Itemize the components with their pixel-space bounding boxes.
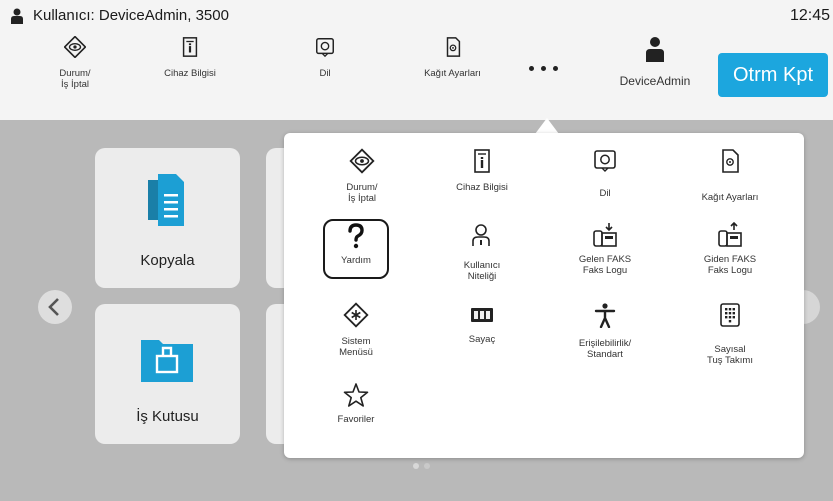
menu-item-numeric-keypad[interactable]: Sayısal Tuş Takımı [675,302,785,366]
toolbar-user[interactable]: DeviceAdmin [610,36,700,106]
keypad-icon [720,303,740,327]
menu-item-paper-settings[interactable]: Kağıt Ayarları [675,148,785,203]
menu-item-label: Giden FAKS [703,254,757,265]
menu-item-label: Erişilebilirlik/ [578,338,632,349]
menu-item-user-property[interactable]: Kullanıcı Niteliği [427,222,537,282]
user-property-icon [472,224,490,246]
menu-item-label: Kağıt Ayarları [701,192,759,203]
status-bar: Kullanıcı: DeviceAdmin, 3500 12:45 [0,0,833,32]
system-menu-icon [343,302,369,328]
menu-item-status-job-cancel[interactable]: Durum/ İş İptal [307,148,417,204]
menu-item-label: Yardım [341,255,371,266]
toolbar-paper-settings-label: Kağıt Ayarları [424,68,481,79]
more-menu-button[interactable] [526,62,562,76]
tile-copy[interactable]: Kopyala [95,148,240,288]
menu-item-label: Dil [599,188,611,199]
menu-item-help[interactable]: Yardım [301,222,411,266]
toolbar-paper-settings[interactable]: Kağıt Ayarları [405,36,500,106]
logged-in-user-text: Kullanıcı: DeviceAdmin, 3500 [33,7,229,24]
page-indicator-dot [424,463,430,469]
accessibility-icon [594,303,616,328]
menu-item-label: Sistem [341,336,371,347]
copy-icon [148,174,184,226]
favorites-star-icon [343,383,369,407]
toolbar-status-label-2: İş İptal [61,79,89,90]
tile-job-box[interactable]: İş Kutusu [95,304,240,444]
menu-item-label: Menüsü [339,347,373,358]
clock: 12:45 [790,7,831,24]
menu-item-system-menu[interactable]: Sistem Menüsü [301,302,411,358]
menu-item-label: Cihaz Bilgisi [456,182,508,193]
toolbar-language-label: Dil [319,68,331,79]
toolbar-user-label: DeviceAdmin [619,74,691,88]
toolbar-device-info-label: Cihaz Bilgisi [164,68,216,79]
menu-item-label: Niteliği [467,271,497,282]
incoming-fax-icon [593,223,617,247]
paper-settings-icon [446,37,460,57]
menu-item-label: Faks Logu [707,265,753,276]
more-dot [553,66,558,71]
menu-item-label: Kullanıcı [463,260,501,271]
outgoing-fax-icon [718,222,742,247]
status-eye-icon [64,36,86,58]
menu-item-accessibility[interactable]: Erişilebilirlik/ Standart [550,302,660,360]
more-dot [529,66,534,71]
popup-pointer [535,118,559,134]
more-dot [541,66,546,71]
status-eye-icon [349,148,375,174]
menu-item-incoming-fax-log[interactable]: Gelen FAKS Faks Logu [550,222,660,276]
language-icon [316,38,334,58]
toolbar-device-info[interactable]: Cihaz Bilgisi [145,36,235,106]
menu-item-outgoing-fax-log[interactable]: Giden FAKS Faks Logu [675,222,785,276]
device-info-icon [182,37,198,57]
toolbar-status-job-cancel[interactable]: Durum/ İş İptal [45,36,105,106]
menu-item-label: Tuş Takımı [707,355,753,366]
header: Kullanıcı: DeviceAdmin, 3500 12:45 Durum… [0,0,833,120]
user-icon [11,8,23,24]
device-info-icon [474,149,490,173]
menu-item-counter[interactable]: Sayaç [427,302,537,345]
menu-item-label: Faks Logu [582,265,628,276]
menu-item-label: Favoriler [337,414,375,425]
help-icon [348,223,364,249]
menu-item-label: Standart [587,349,623,360]
menu-item-label: Sayaç [468,334,496,345]
toolbar-language[interactable]: Dil [295,36,355,106]
previous-page-button[interactable] [38,290,72,324]
menu-item-language[interactable]: Dil [550,148,660,199]
tile-copy-label: Kopyala [140,252,195,269]
tile-job-box-label: İş Kutusu [136,408,199,425]
menu-item-label: İş İptal [348,193,376,204]
menu-item-label: Sayısal [714,344,746,355]
counter-icon [471,308,493,322]
paper-settings-icon [722,149,739,173]
menu-item-device-info[interactable]: Cihaz Bilgisi [427,148,537,193]
menu-item-favorites[interactable]: Favoriler [301,382,411,425]
user-icon [646,37,664,62]
toolbar-status-label-1: Durum/ [59,68,91,79]
page-indicator-dot [413,463,419,469]
language-icon [594,150,616,172]
chevron-left-icon [48,298,59,316]
menu-item-label: Gelen FAKS [578,254,632,265]
logout-button[interactable]: Otrm Kpt [718,53,828,97]
menu-item-label: Durum/ [346,182,378,193]
job-box-icon [141,340,193,382]
